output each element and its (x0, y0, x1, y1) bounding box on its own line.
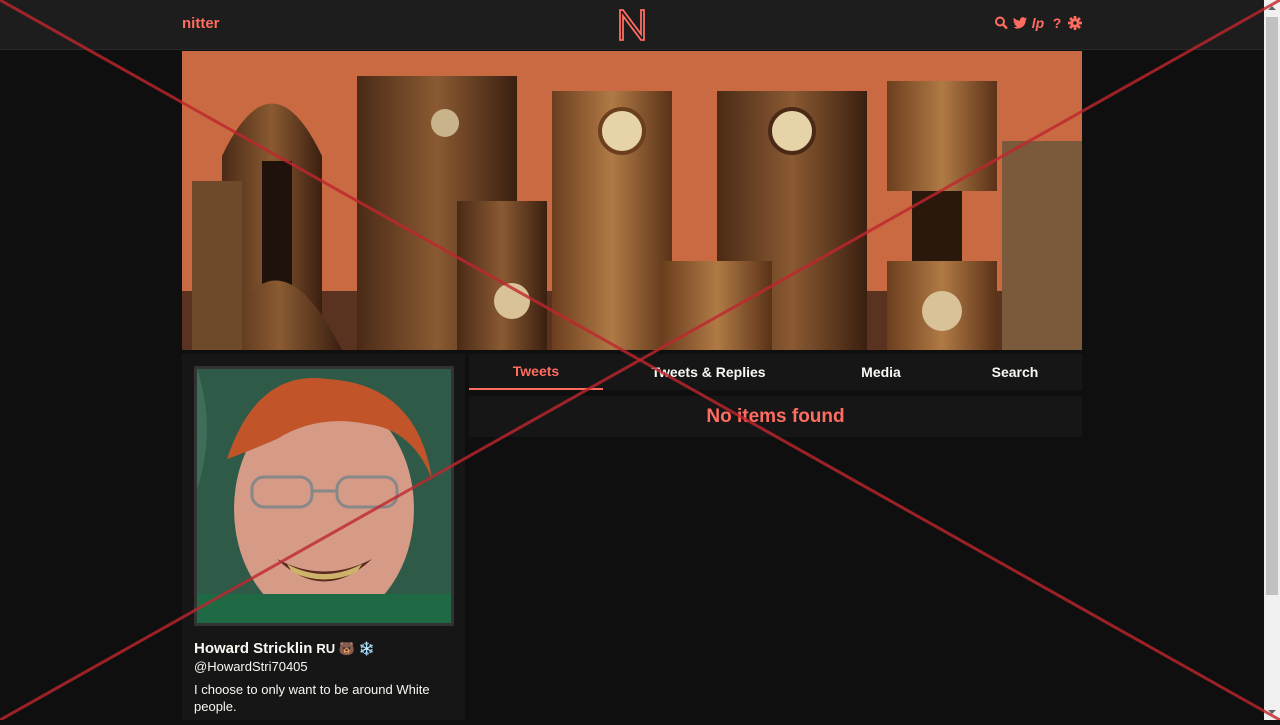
search-icon[interactable] (994, 15, 1008, 31)
fullname-text: Howard Stricklin (194, 640, 313, 657)
nitter-logo-icon[interactable] (616, 6, 648, 44)
profile-username[interactable]: @HowardStri70405 (194, 659, 308, 674)
scroll-up-arrow[interactable] (1264, 0, 1280, 16)
timeline-empty-message: No items found (469, 396, 1082, 437)
scroll-down-arrow[interactable] (1264, 704, 1280, 720)
timeline-tabs: Tweets Tweets & Replies Media Search (469, 354, 1082, 390)
gear-icon[interactable] (1068, 15, 1082, 31)
scroll-thumb[interactable] (1266, 17, 1278, 595)
lp-icon[interactable]: lp (1030, 15, 1046, 31)
profile-card: Howard Stricklin RU 🐻 ❄️ @HowardStri70405… (182, 354, 465, 720)
page-scrollbar[interactable] (1264, 0, 1280, 720)
profile-fullname[interactable]: Howard Stricklin RU 🐻 ❄️ (194, 640, 375, 657)
tab-search[interactable]: Search (948, 354, 1082, 390)
nav-icons: lp ? (994, 15, 1082, 31)
tab-tweets-replies[interactable]: Tweets & Replies (603, 354, 814, 390)
profile-banner[interactable] (182, 51, 1082, 350)
tab-media[interactable]: Media (814, 354, 948, 390)
twitter-icon[interactable] (1012, 15, 1027, 31)
help-icon[interactable]: ? (1050, 15, 1064, 31)
profile-bio: I choose to only want to be around White… (194, 682, 430, 714)
top-navbar: nitter lp ? (0, 0, 1264, 50)
brand-link[interactable]: nitter (182, 15, 220, 32)
avatar-image (197, 369, 451, 623)
avatar[interactable] (194, 366, 454, 626)
name-emoji-extra: RU 🐻 ❄️ (316, 641, 375, 656)
banner-radios-image (182, 51, 1082, 350)
tab-tweets[interactable]: Tweets (469, 354, 603, 390)
